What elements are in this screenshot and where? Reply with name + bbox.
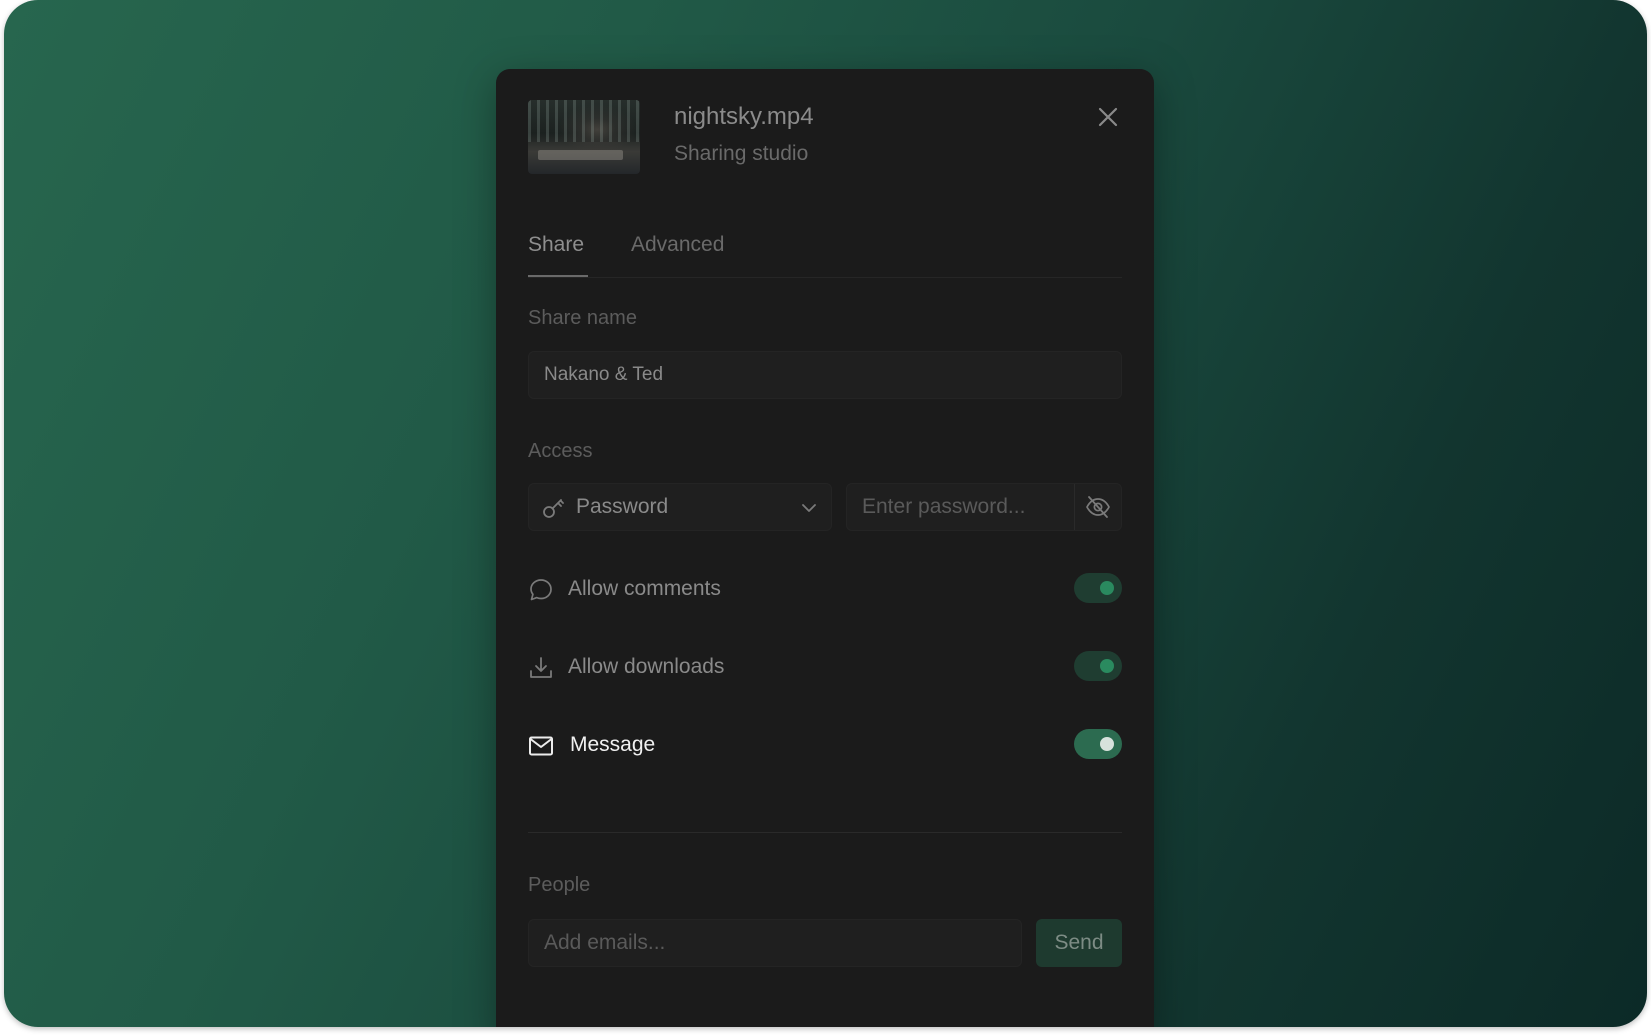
send-button[interactable]: Send	[1036, 919, 1122, 967]
access-label: Access	[528, 440, 593, 462]
option-allow-comments: Allow comments	[528, 572, 1122, 608]
message-label: Message	[570, 733, 656, 756]
allow-comments-toggle[interactable]	[1074, 573, 1122, 603]
allow-downloads-label: Allow downloads	[568, 655, 725, 678]
dialog-subtitle: Sharing studio	[674, 142, 809, 165]
toggle-knob	[1100, 581, 1114, 595]
add-emails-input[interactable]: Add emails...	[528, 919, 1022, 967]
people-label: People	[528, 874, 591, 896]
password-placeholder: Enter password...	[862, 495, 1026, 518]
key-icon	[543, 499, 564, 518]
option-allow-downloads: Allow downloads	[528, 650, 1122, 686]
toggle-knob	[1100, 659, 1114, 673]
app-background: nightsky.mp4 Sharing studio Share Advanc…	[4, 0, 1647, 1027]
active-tab-indicator	[528, 275, 588, 277]
file-name: nightsky.mp4	[674, 103, 814, 130]
eye-off-icon	[1086, 496, 1110, 518]
allow-comments-label: Allow comments	[568, 577, 721, 600]
chevron-down-icon	[802, 504, 816, 512]
option-message: Message	[528, 728, 1122, 764]
section-divider	[528, 832, 1122, 833]
tab-share[interactable]: Share	[528, 233, 584, 257]
video-thumbnail	[528, 100, 640, 174]
share-dialog: nightsky.mp4 Sharing studio Share Advanc…	[496, 69, 1154, 1027]
access-type-select[interactable]: Password	[528, 483, 832, 531]
close-icon	[1098, 107, 1118, 127]
share-name-label: Share name	[528, 307, 637, 329]
share-name-input[interactable]: Nakano & Ted	[528, 351, 1122, 399]
message-toggle[interactable]	[1074, 729, 1122, 759]
mail-icon	[529, 736, 553, 756]
tab-advanced[interactable]: Advanced	[631, 233, 724, 257]
tab-bar: Share Advanced	[528, 219, 1122, 278]
close-button[interactable]	[1092, 101, 1124, 133]
password-input[interactable]: Enter password...	[846, 483, 1122, 531]
download-icon	[530, 657, 552, 678]
allow-downloads-toggle[interactable]	[1074, 651, 1122, 681]
toggle-knob	[1100, 737, 1114, 751]
toggle-visibility-button[interactable]	[1074, 484, 1121, 530]
access-type-value: Password	[576, 495, 669, 518]
add-emails-placeholder: Add emails...	[544, 931, 666, 954]
share-name-value: Nakano & Ted	[544, 364, 664, 385]
comment-icon	[530, 579, 552, 601]
